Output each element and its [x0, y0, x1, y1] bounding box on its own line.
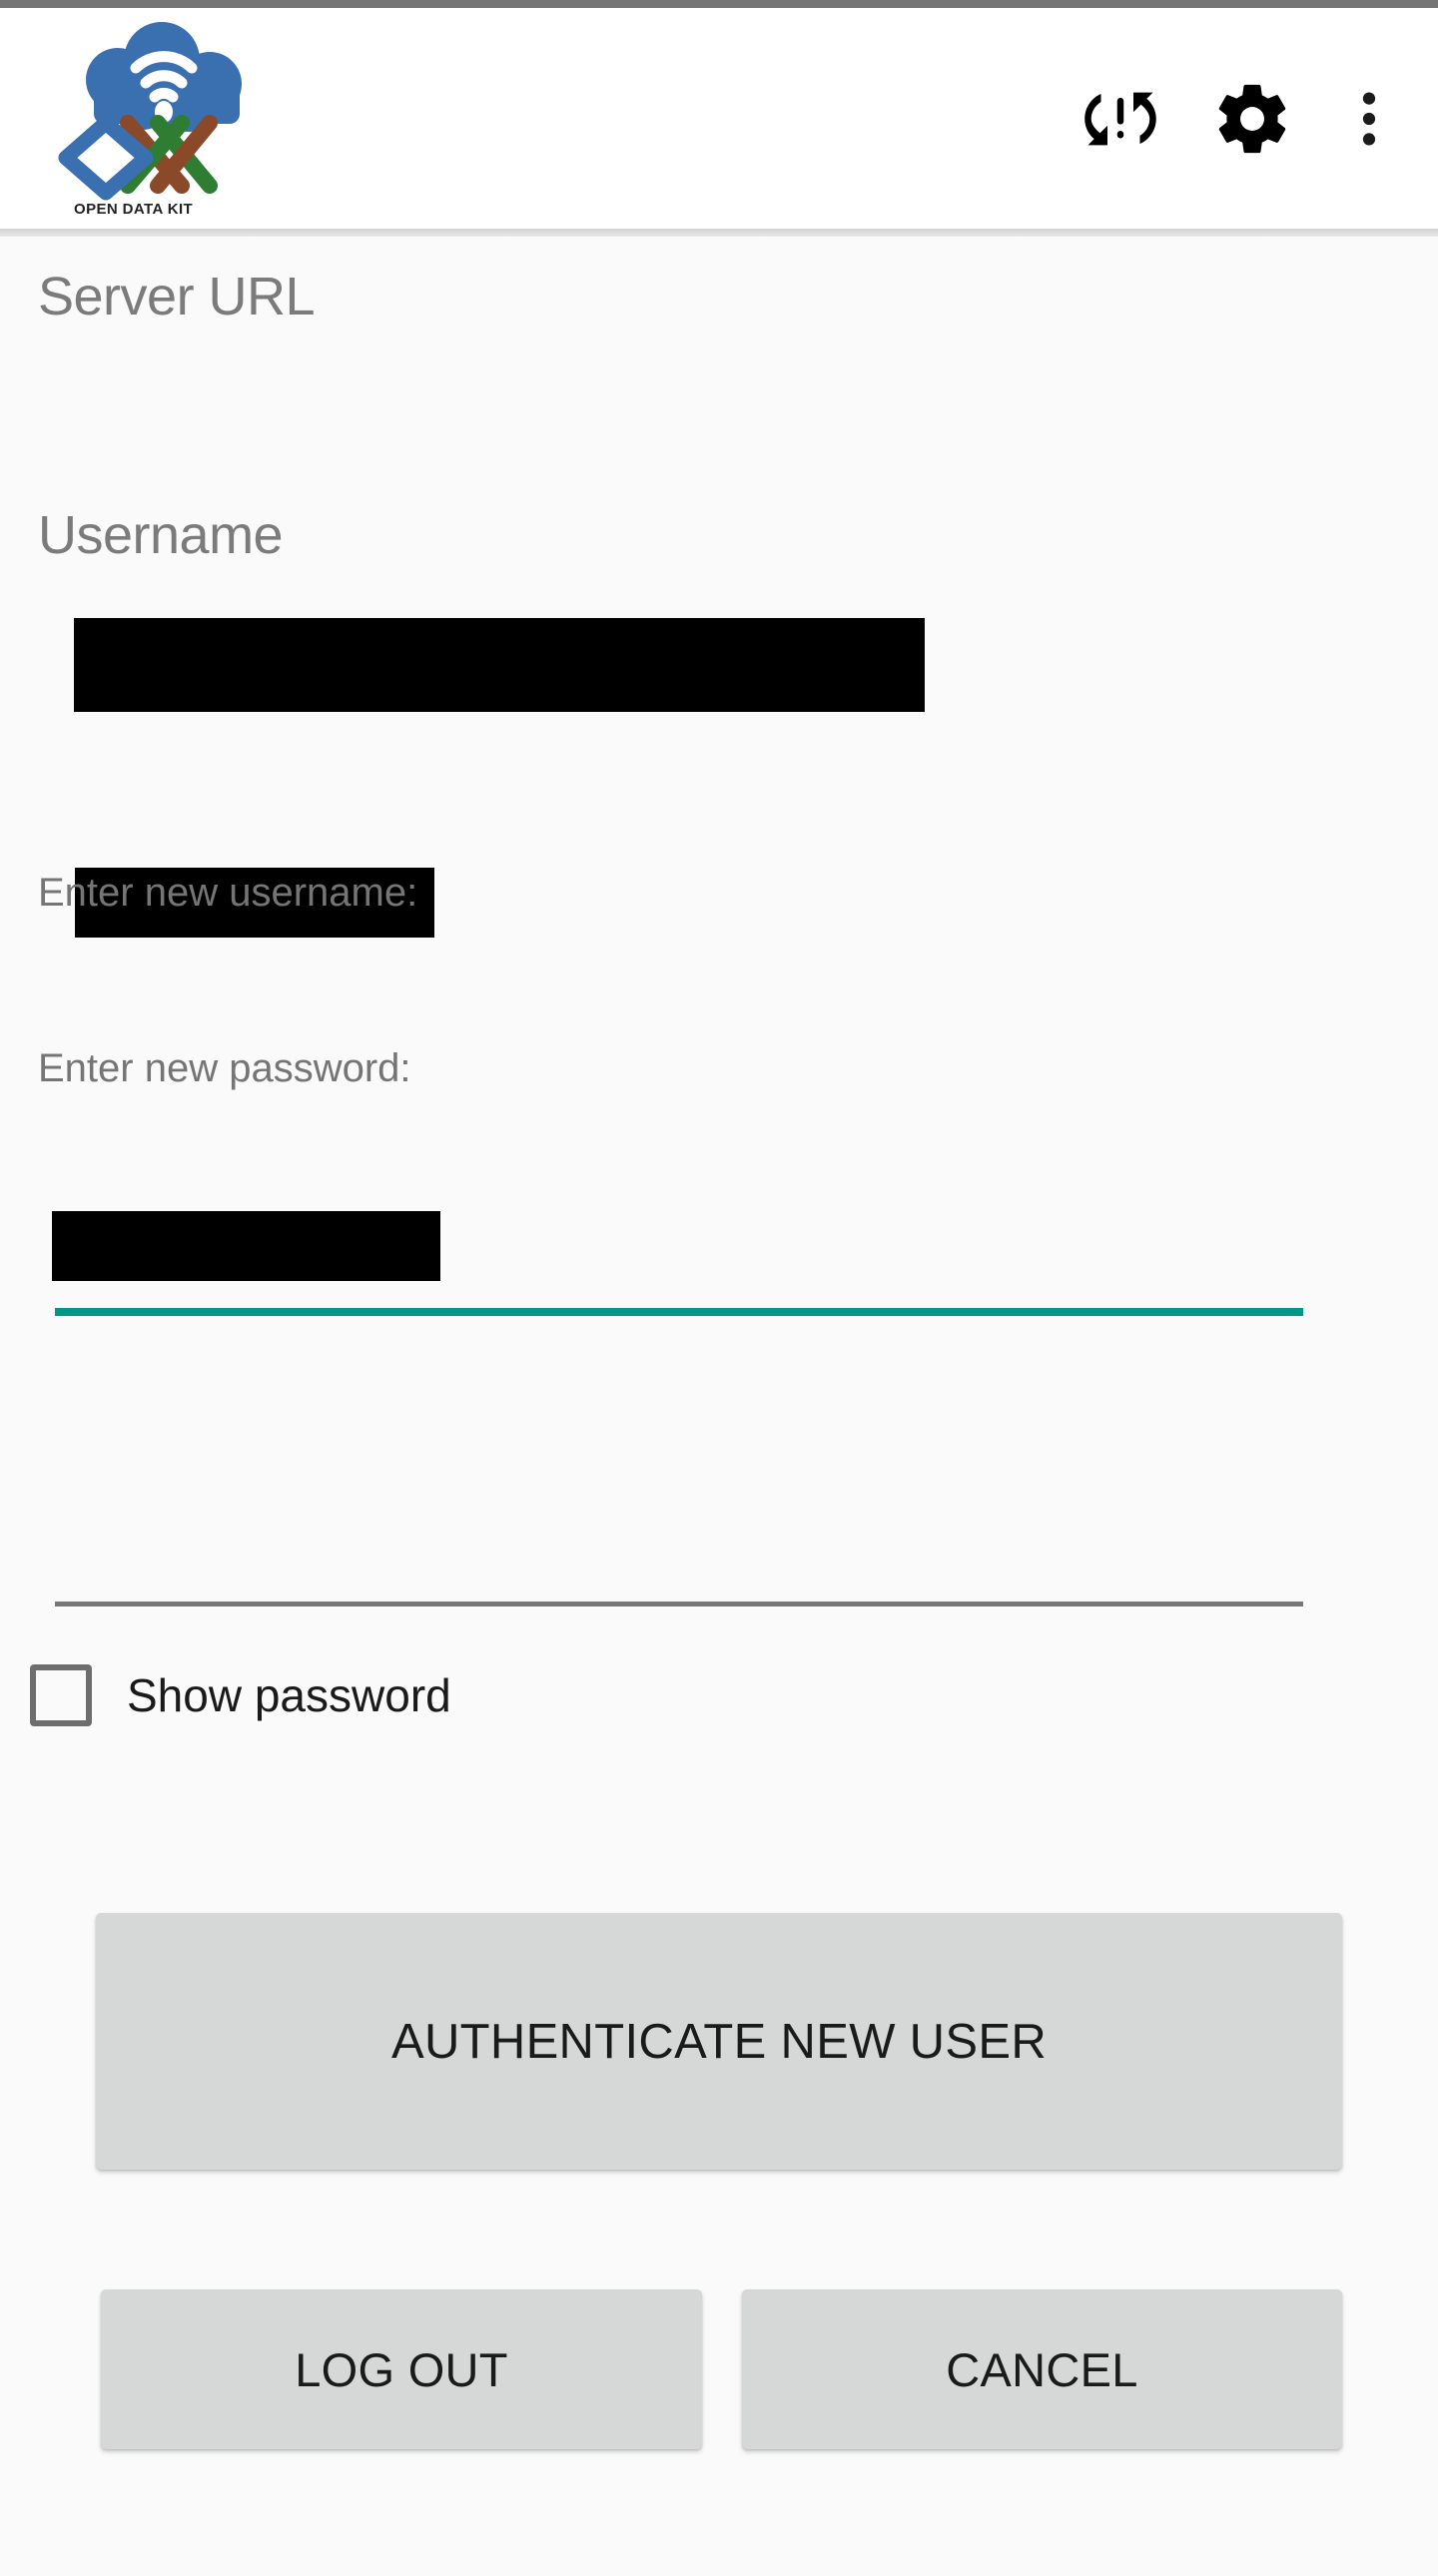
odk-logo: OPEN DATA KIT: [58, 18, 268, 223]
app-screen: OPEN DATA KIT Server URL Username Enter …: [0, 0, 1438, 2576]
cancel-button[interactable]: CANCEL: [742, 2289, 1342, 2449]
log-out-button[interactable]: LOG OUT: [101, 2289, 702, 2449]
app-bar: OPEN DATA KIT: [0, 8, 1438, 229]
server-url-label: Server URL: [38, 267, 316, 326]
overflow-menu-icon[interactable]: [1318, 53, 1438, 185]
username-label: Username: [38, 505, 284, 565]
server-url-redaction: [74, 618, 925, 712]
toolbar-actions: [1055, 8, 1438, 229]
new-password-underline: [55, 1602, 1303, 1607]
gear-icon[interactable]: [1186, 53, 1318, 185]
logo-wordmark: OPEN DATA KIT: [74, 201, 193, 218]
status-bar: [0, 0, 1438, 8]
settings-form: Server URL Username Enter new username: …: [0, 237, 1438, 2576]
show-password-checkbox-row[interactable]: Show password: [30, 1664, 451, 1726]
sync-problem-icon[interactable]: [1055, 53, 1186, 185]
authenticate-new-user-button[interactable]: AUTHENTICATE NEW USER: [96, 1913, 1342, 2170]
new-username-label: Enter new username:: [38, 871, 418, 915]
show-password-label: Show password: [127, 1669, 451, 1721]
new-password-label: Enter new password:: [38, 1046, 411, 1090]
new-username-redaction: [52, 1211, 440, 1281]
new-password-input[interactable]: [55, 1510, 1303, 1580]
new-username-underline: [55, 1308, 1303, 1316]
show-password-checkbox[interactable]: [30, 1664, 92, 1726]
